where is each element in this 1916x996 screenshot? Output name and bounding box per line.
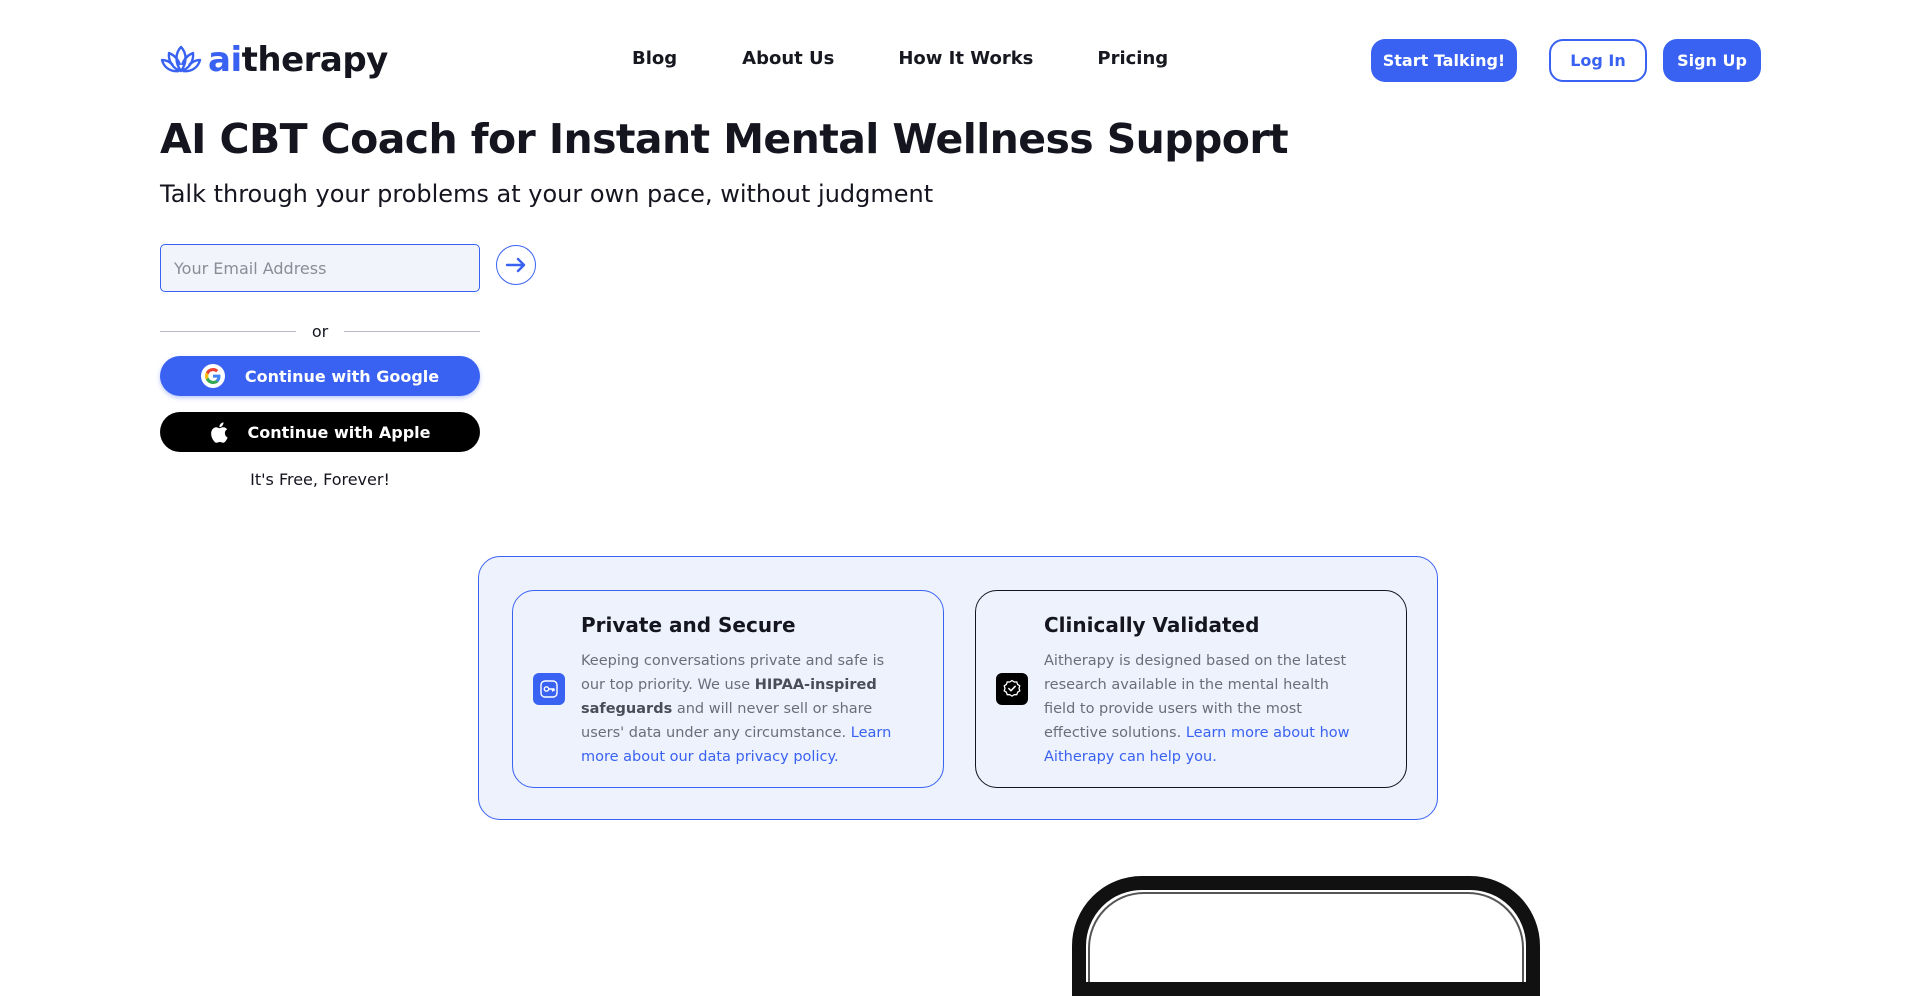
- apple-button-label: Continue with Apple: [247, 422, 431, 442]
- free-forever-text: It's Free, Forever!: [250, 470, 390, 489]
- continue-with-apple-button[interactable]: Continue with Apple: [160, 412, 480, 452]
- or-text: or: [311, 322, 329, 341]
- key-icon: [533, 673, 565, 705]
- feature-card-clinically-validated: Clinically Validated Aitherapy is design…: [975, 590, 1407, 788]
- arrow-right-icon: [505, 257, 526, 273]
- divider-line: [344, 331, 480, 332]
- continue-with-google-button[interactable]: Continue with Google: [160, 356, 480, 396]
- nav-how-it-works[interactable]: How It Works: [898, 48, 1033, 69]
- nav-blog[interactable]: Blog: [632, 48, 677, 69]
- phone-screen: [1088, 892, 1524, 982]
- nav-pricing[interactable]: Pricing: [1097, 48, 1168, 69]
- logo-text-prefix: ai: [208, 40, 242, 80]
- nav-about-us[interactable]: About Us: [742, 48, 834, 69]
- main-nav: Blog About Us How It Works Pricing: [632, 48, 1168, 69]
- feature-card-private-secure: Private and Secure Keeping conversations…: [512, 590, 944, 788]
- signup-button[interactable]: Sign Up: [1663, 39, 1761, 82]
- apple-icon: [210, 421, 228, 443]
- start-talking-button[interactable]: Start Talking!: [1371, 39, 1517, 82]
- check-badge-icon: [996, 673, 1028, 705]
- login-button[interactable]: Log In: [1549, 39, 1647, 82]
- feature-description: Keeping conversations private and safe i…: [581, 649, 901, 769]
- or-divider: or: [160, 322, 480, 341]
- divider-line: [160, 331, 296, 332]
- feature-title: Clinically Validated: [1044, 613, 1260, 637]
- feature-description: Aitherapy is designed based on the lates…: [1044, 649, 1364, 769]
- google-icon: [200, 364, 225, 388]
- features-panel: Private and Secure Keeping conversations…: [478, 556, 1438, 820]
- logo-text: aitherapy: [208, 40, 388, 80]
- logo-text-suffix: therapy: [241, 40, 389, 80]
- phone-mockup: [1072, 876, 1540, 996]
- page-title: AI CBT Coach for Instant Mental Wellness…: [160, 115, 1289, 163]
- feature-title: Private and Secure: [581, 613, 796, 637]
- logo[interactable]: aitherapy: [160, 38, 388, 82]
- lotus-icon: [160, 45, 202, 73]
- submit-email-button[interactable]: [496, 245, 536, 285]
- email-input[interactable]: [160, 244, 480, 292]
- google-button-label: Continue with Google: [244, 366, 440, 386]
- page-subtitle: Talk through your problems at your own p…: [160, 180, 934, 208]
